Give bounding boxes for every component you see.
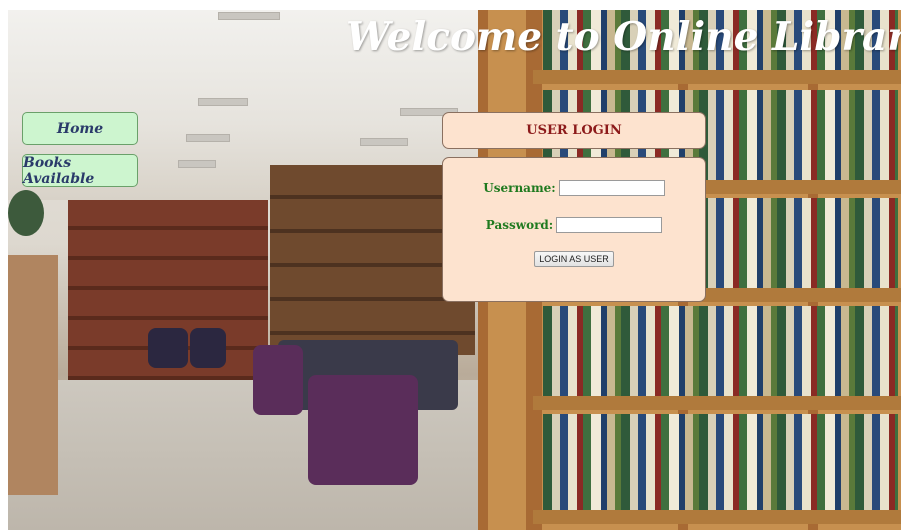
username-input[interactable] <box>558 180 665 196</box>
username-label: Username: <box>483 181 556 195</box>
armchair <box>308 375 418 485</box>
username-row: Username: <box>443 180 705 196</box>
cabinet <box>8 255 58 495</box>
nav-home-button[interactable]: Home <box>22 112 138 145</box>
login-form: Username: Password: LOGIN AS USER <box>442 157 706 302</box>
password-input[interactable] <box>556 217 663 233</box>
password-row: Password: <box>443 217 705 233</box>
password-label: Password: <box>485 218 554 232</box>
stool <box>148 328 188 368</box>
nav-books-available-button[interactable]: Books Available <box>22 154 138 187</box>
armchair <box>253 345 303 415</box>
globe <box>8 190 44 236</box>
page-title: Welcome to Online Library <box>346 14 901 60</box>
login-header: USER LOGIN <box>442 112 706 149</box>
submit-row: LOGIN AS USER <box>443 251 705 267</box>
stool <box>190 328 226 368</box>
login-as-user-button[interactable]: LOGIN AS USER <box>534 251 614 267</box>
